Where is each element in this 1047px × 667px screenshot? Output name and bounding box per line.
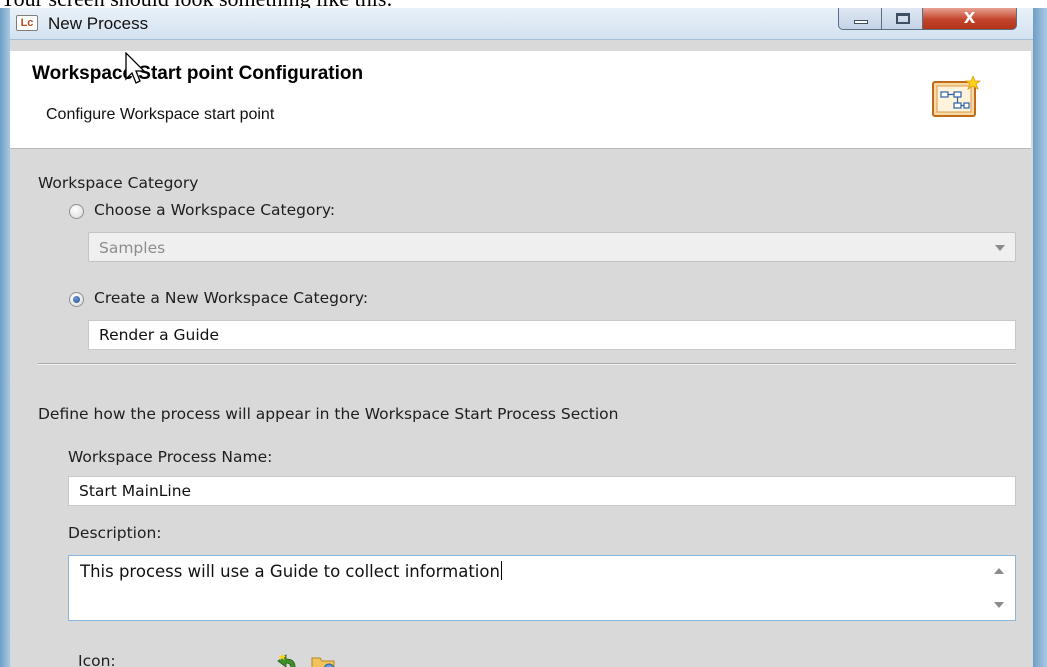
minimize-icon <box>854 20 868 24</box>
chevron-down-icon <box>995 245 1005 251</box>
section-divider <box>38 363 1016 365</box>
title-bar[interactable]: Lc New Process X <box>10 8 1033 40</box>
maximize-button[interactable] <box>881 8 923 30</box>
desktop-edge-right <box>1033 8 1047 667</box>
close-icon: X <box>963 9 976 27</box>
icon-label: Icon: <box>78 652 116 667</box>
process-name-label: Workspace Process Name: <box>68 448 273 466</box>
new-category-input[interactable]: Render a Guide <box>88 320 1016 350</box>
mouse-pointer-icon <box>125 52 146 84</box>
desktop-edge-left <box>0 8 10 667</box>
page-subtitle: Configure Workspace start point <box>46 106 275 123</box>
choose-category-label[interactable]: Choose a Workspace Category: <box>94 201 335 219</box>
scroll-up-icon[interactable] <box>994 568 1004 574</box>
text-caret <box>500 561 502 580</box>
window-title: New Process <box>48 14 149 33</box>
create-category-label[interactable]: Create a New Workspace Category: <box>94 289 368 307</box>
new-process-dialog: Lc New Process X Workspace Start point C… <box>0 8 1047 667</box>
reset-icon[interactable] <box>275 653 303 667</box>
page-title: Workspace Start point Configuration <box>32 63 364 84</box>
wizard-header: Workspace Start point Configuration Conf… <box>10 51 1031 149</box>
browse-folder-icon[interactable] <box>310 653 338 667</box>
description-label: Description: <box>68 524 162 542</box>
close-button[interactable]: X <box>922 8 1017 30</box>
process-appearance-heading: Define how the process will appear in th… <box>38 405 619 423</box>
app-logo-icon: Lc <box>16 15 38 31</box>
choose-category-radio[interactable] <box>69 204 84 219</box>
category-select-value: Samples <box>99 239 166 257</box>
description-input[interactable]: This process will use a Guide to collect… <box>68 555 1016 621</box>
wizard-content: Workspace Category Choose a Workspace Ca… <box>10 157 1031 667</box>
description-text: This process will use a Guide to collect… <box>80 562 500 581</box>
minimize-button[interactable] <box>838 8 882 30</box>
process-name-input[interactable]: Start MainLine <box>68 476 1016 506</box>
category-select: Samples <box>88 232 1016 262</box>
create-category-radio[interactable] <box>69 292 84 307</box>
workspace-category-heading: Workspace Category <box>38 174 199 192</box>
maximize-icon <box>896 13 910 24</box>
scroll-down-icon[interactable] <box>994 602 1004 608</box>
page-caption: Your screen should look something like t… <box>0 0 1047 11</box>
process-diagram-icon <box>932 76 981 117</box>
